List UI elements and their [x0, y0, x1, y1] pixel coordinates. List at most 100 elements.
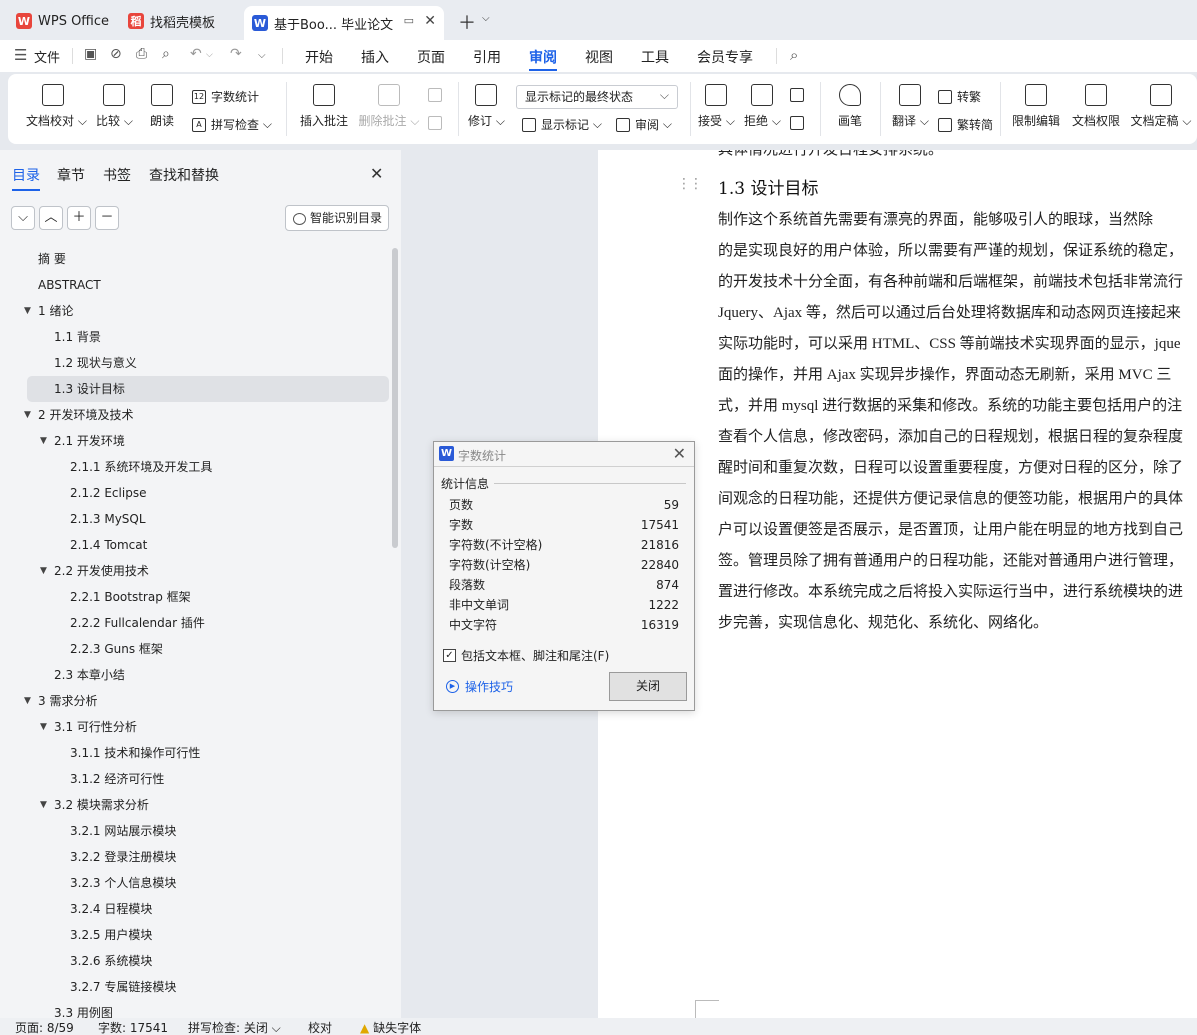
redo-icon[interactable]: ↷ [230, 46, 242, 62]
detach-window-icon[interactable]: ▭ [404, 14, 414, 27]
hamburger-icon[interactable]: ☰ [14, 46, 27, 64]
toc-item[interactable]: ▼ 2.1 开发环境 [0, 428, 401, 454]
toc-item[interactable]: 摘 要 [0, 246, 401, 272]
add-heading-icon[interactable]: ＋ [67, 206, 91, 230]
doc-permission-button[interactable]: 文档权限 [1070, 84, 1122, 129]
tab-template[interactable]: 稻 找稻壳模板 [120, 6, 238, 36]
toc-item[interactable]: 3.2.1 网站展示模块 [0, 818, 401, 844]
toc-item[interactable]: ▼ 1 绪论 [0, 298, 401, 324]
toc-item[interactable]: 2.1.4 Tomcat [0, 532, 401, 558]
menu-home[interactable]: 开始 [305, 47, 333, 67]
nav-tab-bookmarks[interactable]: 书签 [103, 165, 131, 185]
page-indicator[interactable]: 页面: 8/59 [15, 1019, 74, 1035]
toc-item[interactable]: 3.1.1 技术和操作可行性 [0, 740, 401, 766]
menu-view[interactable]: 视图 [585, 47, 613, 67]
print-icon[interactable]: ⎙ [136, 46, 147, 62]
next-change-button[interactable] [790, 116, 809, 130]
toc-item[interactable]: 2.2.1 Bootstrap 框架 [0, 584, 401, 610]
toc-scrollbar[interactable] [392, 248, 398, 548]
toc-item[interactable]: ABSTRACT [0, 272, 401, 298]
save-icon[interactable]: ▣ [84, 46, 97, 62]
prev-change-button[interactable] [790, 88, 809, 102]
compare-button[interactable]: 比较 ⌵ [96, 84, 133, 129]
tips-link[interactable]: ▶ 操作技巧 [446, 678, 513, 695]
close-pane-icon[interactable]: ✕ [370, 164, 383, 183]
search-icon[interactable]: ⌕ [790, 46, 798, 64]
toc-item[interactable]: 2.2.3 Guns 框架 [0, 636, 401, 662]
menu-file[interactable]: 文件 [34, 47, 60, 66]
accept-button[interactable]: 接受 ⌵ [698, 84, 735, 129]
nav-tab-find-replace[interactable]: 查找和替换 [149, 165, 219, 185]
show-markup-button[interactable]: 显示标记 ⌵ [522, 116, 602, 133]
expand-chevron-icon[interactable]: ︿ [39, 206, 63, 230]
toc-item[interactable]: 3.2.7 专属链接模块 [0, 974, 401, 1000]
delete-comment-button[interactable]: 删除批注 ⌵ [358, 84, 420, 129]
drag-handle-icon[interactable]: ⋮⋮ [677, 176, 703, 192]
include-textbox-checkbox[interactable]: ✓ 包括文本框、脚注和尾注(F) [443, 647, 609, 664]
more-chevron-icon[interactable]: ⌵ [258, 50, 266, 61]
toc-item[interactable]: 2.3 本章小结 [0, 662, 401, 688]
expand-arrow-icon[interactable]: ▼ [40, 714, 47, 740]
insert-comment-button[interactable]: 插入批注 [298, 84, 350, 129]
word-count-indicator[interactable]: 字数: 17541 [98, 1019, 168, 1035]
toc-item[interactable]: 3.2.2 登录注册模块 [0, 844, 401, 870]
doc-check-button[interactable]: 文档校对 ⌵ [26, 84, 87, 129]
expand-arrow-icon[interactable]: ▼ [40, 428, 47, 454]
nav-tab-toc[interactable]: 目录 [12, 165, 40, 191]
proofread-button[interactable]: 校对 [308, 1019, 332, 1035]
share-icon[interactable]: ⊘ [110, 46, 122, 62]
undo-chevron-icon[interactable]: ⌵ [206, 50, 213, 60]
menu-review[interactable]: 审阅 [529, 47, 557, 71]
toc-item[interactable]: ▼ 2 开发环境及技术 [0, 402, 401, 428]
smart-toc-button[interactable]: 智能识别目录 [285, 205, 389, 231]
close-button[interactable]: 关闭 [609, 672, 687, 701]
toc-item[interactable]: 3.2.4 日程模块 [0, 896, 401, 922]
expand-arrow-icon[interactable]: ▼ [24, 688, 31, 714]
markup-display-select[interactable]: 显示标记的最终状态 [516, 84, 678, 109]
translate-button[interactable]: 翻译 ⌵ [892, 84, 929, 129]
tab-wps-office[interactable]: W WPS Office [8, 6, 114, 36]
to-simplified-button[interactable]: 繁转简 [938, 116, 993, 133]
toc-item[interactable]: 2.1.2 Eclipse [0, 480, 401, 506]
collapse-chevron-icon[interactable]: ⌵ [11, 206, 35, 230]
doc-finalize-button[interactable]: 文档定稿 ⌵ [1130, 84, 1192, 129]
toc-item[interactable]: 1.3 设计目标 [27, 376, 389, 402]
expand-arrow-icon[interactable]: ▼ [24, 298, 31, 324]
review-pane-button[interactable]: 审阅 ⌵ [616, 116, 672, 133]
toc-item[interactable]: 3.2.3 个人信息模块 [0, 870, 401, 896]
toc-item[interactable]: 2.1.3 MySQL [0, 506, 401, 532]
pen-button[interactable]: 画笔 [834, 84, 866, 129]
tab-list-chevron-icon[interactable]: ⌵ [482, 13, 490, 24]
revise-button[interactable]: 修订 ⌵ [468, 84, 505, 129]
nav-tab-sections[interactable]: 章节 [57, 165, 85, 185]
menu-member[interactable]: 会员专享 [697, 47, 753, 67]
toc-item[interactable]: 2.2.2 Fullcalendar 插件 [0, 610, 401, 636]
undo-icon[interactable]: ↶ [190, 46, 202, 62]
menu-insert[interactable]: 插入 [361, 47, 389, 67]
toc-item[interactable]: 1.2 现状与意义 [0, 350, 401, 376]
new-tab-icon[interactable]: ＋ [458, 9, 476, 35]
expand-arrow-icon[interactable]: ▼ [40, 792, 47, 818]
to-traditional-button[interactable]: 转繁 [938, 88, 981, 105]
word-count-button[interactable]: 12 字数统计 [192, 88, 259, 105]
toc-item[interactable]: ▼ 3.1 可行性分析 [0, 714, 401, 740]
print-preview-icon[interactable]: ⌕ [162, 46, 170, 62]
toc-item[interactable]: ▼ 3.2 模块需求分析 [0, 792, 401, 818]
toc-item[interactable]: 3.1.2 经济可行性 [0, 766, 401, 792]
reject-button[interactable]: 拒绝 ⌵ [744, 84, 781, 129]
read-aloud-button[interactable]: 朗读 [146, 84, 178, 129]
close-tab-icon[interactable]: ✕ [424, 13, 436, 29]
expand-arrow-icon[interactable]: ▼ [24, 402, 31, 428]
prev-comment-button[interactable] [428, 88, 447, 102]
toc-item[interactable]: 3.2.6 系统模块 [0, 948, 401, 974]
remove-heading-icon[interactable]: － [95, 206, 119, 230]
toc-item[interactable]: ▼ 2.2 开发使用技术 [0, 558, 401, 584]
missing-font-button[interactable]: ▲ 缺失字体 [360, 1019, 421, 1035]
tab-document[interactable]: W 基于Boo... 毕业论文 ▭ ✕ [244, 6, 444, 40]
spell-check-button[interactable]: A 拼写检查 ⌵ [192, 116, 272, 133]
toc-item[interactable]: ▼ 3 需求分析 [0, 688, 401, 714]
toc-item[interactable]: 3.2.5 用户模块 [0, 922, 401, 948]
toc-item[interactable]: 2.1.1 系统环境及开发工具 [0, 454, 401, 480]
expand-arrow-icon[interactable]: ▼ [40, 558, 47, 584]
menu-reference[interactable]: 引用 [473, 47, 501, 67]
